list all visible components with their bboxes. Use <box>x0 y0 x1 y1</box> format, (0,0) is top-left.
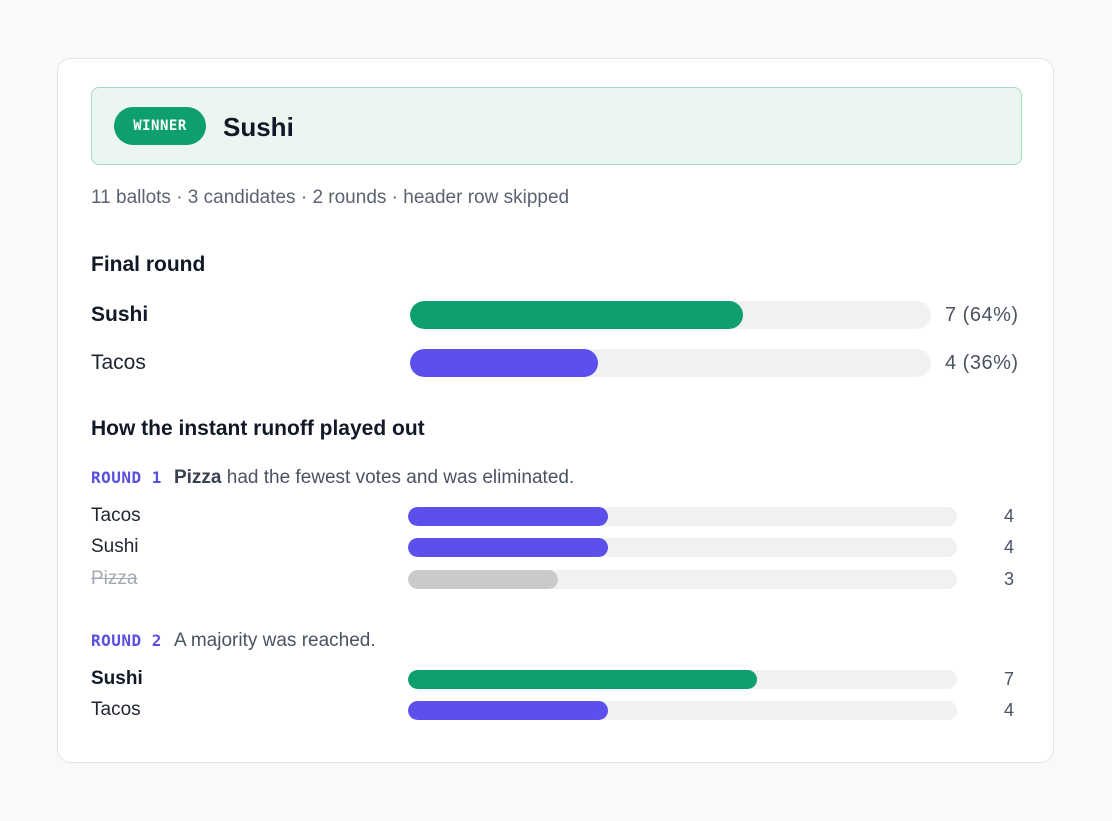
round-1-header: ROUND 1 Pizza had the fewest votes and wa… <box>91 465 574 491</box>
round-bar-fill <box>408 538 608 557</box>
round-bar-track <box>408 701 957 720</box>
round-1-row-sushi: Sushi 4 <box>91 534 1031 560</box>
round-bar-fill <box>408 670 758 689</box>
results-summary: 11 ballots · 3 candidates · 2 rounds · h… <box>91 187 570 208</box>
final-row-label: Tacos <box>91 351 146 374</box>
round-2-row-sushi: Sushi 7 <box>91 666 1031 692</box>
round-1-message: had the fewest votes and was eliminated. <box>226 467 575 488</box>
final-row-value: 7 (64%) <box>945 304 1019 326</box>
winner-badge: WINNER <box>114 107 206 145</box>
round-bar-fill <box>408 570 558 589</box>
final-row-value: 4 (36%) <box>945 352 1019 374</box>
round-row-label: Tacos <box>91 699 141 720</box>
eliminated-candidate: Pizza <box>173 467 222 488</box>
round-bar-fill <box>408 507 608 526</box>
round-2-header: ROUND 2 A majority was reached. <box>91 628 376 654</box>
round-row-value: 4 <box>1004 537 1015 557</box>
final-bar-track <box>410 301 931 329</box>
round-1-row-pizza: Pizza 3 <box>91 566 1031 592</box>
results-card: WINNER Sushi 11 ballots · 3 candidates ·… <box>57 58 1054 763</box>
round-1-row-tacos: Tacos 4 <box>91 503 1031 529</box>
round-row-label: Sushi <box>91 668 143 689</box>
round-bar-track <box>408 538 957 557</box>
final-bar-fill <box>410 301 744 329</box>
winner-name: Sushi <box>223 112 294 142</box>
round-2-row-tacos: Tacos 4 <box>91 697 1031 723</box>
round-2-message: A majority was reached. <box>173 630 376 651</box>
final-bar-fill <box>410 349 598 377</box>
round-2-tag: ROUND 2 <box>91 631 162 650</box>
round-bar-track <box>408 670 957 689</box>
round-bar-track <box>408 507 957 526</box>
final-bar-track <box>410 349 931 377</box>
round-row-value: 7 <box>1004 669 1015 689</box>
winner-banner: WINNER Sushi <box>91 87 1022 165</box>
round-bar-fill <box>408 701 608 720</box>
round-row-label: Tacos <box>91 505 141 526</box>
round-row-value: 4 <box>1004 506 1015 526</box>
runoff-title: How the instant runoff played out <box>91 417 425 440</box>
round-1-tag: ROUND 1 <box>91 468 162 487</box>
round-row-label: Sushi <box>91 536 139 557</box>
final-row-label: Sushi <box>91 303 149 326</box>
round-row-value: 4 <box>1004 700 1015 720</box>
final-row-tacos: Tacos 4 (36%) <box>91 348 1031 378</box>
round-row-value: 3 <box>1004 569 1015 589</box>
final-round-title: Final round <box>91 253 206 276</box>
round-bar-track <box>408 570 957 589</box>
final-row-sushi: Sushi 7 (64%) <box>91 300 1031 330</box>
round-row-label-eliminated: Pizza <box>91 568 138 589</box>
